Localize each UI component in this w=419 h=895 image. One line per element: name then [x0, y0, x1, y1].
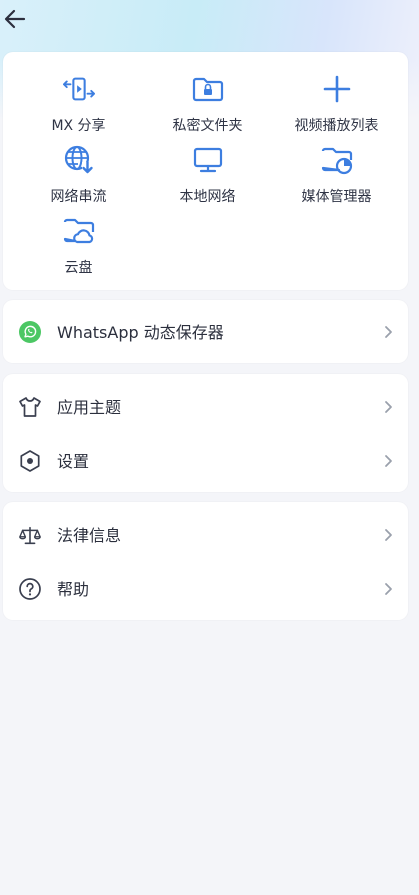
- settings-row[interactable]: 设置: [3, 433, 408, 487]
- chevron-right-icon: [385, 583, 392, 595]
- quick-action-label: MX 分享: [51, 118, 106, 134]
- info-card: 法律信息 帮助: [3, 502, 408, 620]
- preferences-card: 应用主题 设置: [3, 374, 408, 492]
- arrow-left-icon: [4, 9, 26, 29]
- monitor-icon: [192, 145, 224, 175]
- quick-action-cloud-drive[interactable]: 云盘: [11, 210, 146, 276]
- whatsapp-card: WhatsApp 动态保存器: [3, 300, 408, 363]
- quick-action-video-playlist[interactable]: 视频播放列表: [269, 68, 404, 134]
- quick-action-media-manager[interactable]: 媒体管理器: [269, 139, 404, 205]
- cloud-folder-icon: [63, 216, 95, 246]
- quick-actions-card: MX 分享 私密文件夹 视频播放列表 网络串流 本地网络 媒体管理器 云盘: [3, 52, 408, 290]
- chevron-right-icon: [385, 401, 392, 413]
- chevron-right-icon: [385, 326, 392, 338]
- plus-icon: [321, 74, 353, 104]
- legal-info-row[interactable]: 法律信息: [3, 507, 408, 561]
- row-label: 设置: [57, 452, 90, 471]
- quick-action-mx-share[interactable]: MX 分享: [11, 68, 146, 134]
- quick-action-local-network[interactable]: 本地网络: [140, 139, 275, 205]
- quick-action-label: 网络串流: [50, 189, 107, 205]
- quick-action-private-folder[interactable]: 私密文件夹: [140, 68, 275, 134]
- row-label: WhatsApp 动态保存器: [57, 323, 224, 342]
- help-row[interactable]: 帮助: [3, 561, 408, 615]
- quick-action-label: 视频播放列表: [294, 118, 379, 134]
- quick-action-label: 私密文件夹: [172, 118, 243, 134]
- media-folder-icon: [321, 145, 353, 175]
- row-label: 帮助: [57, 580, 90, 599]
- row-label: 法律信息: [57, 526, 122, 545]
- hexagon-settings-icon: [18, 449, 42, 473]
- share-transfer-icon: [62, 74, 95, 104]
- whatsapp-icon: [18, 320, 42, 344]
- whatsapp-status-saver-row[interactable]: WhatsApp 动态保存器: [3, 304, 408, 358]
- scales-icon: [18, 523, 42, 547]
- quick-action-label: 云盘: [64, 260, 93, 276]
- quick-action-label: 媒体管理器: [301, 189, 372, 205]
- locked-folder-icon: [192, 74, 224, 104]
- chevron-right-icon: [385, 529, 392, 541]
- network-stream-icon: [63, 145, 95, 175]
- quick-action-network-stream[interactable]: 网络串流: [11, 139, 146, 205]
- app-theme-row[interactable]: 应用主题: [3, 379, 408, 433]
- quick-action-label: 本地网络: [179, 189, 236, 205]
- row-label: 应用主题: [57, 398, 122, 417]
- help-circle-icon: [18, 577, 42, 601]
- back-button[interactable]: [2, 6, 28, 32]
- tshirt-icon: [18, 395, 42, 419]
- chevron-right-icon: [385, 455, 392, 467]
